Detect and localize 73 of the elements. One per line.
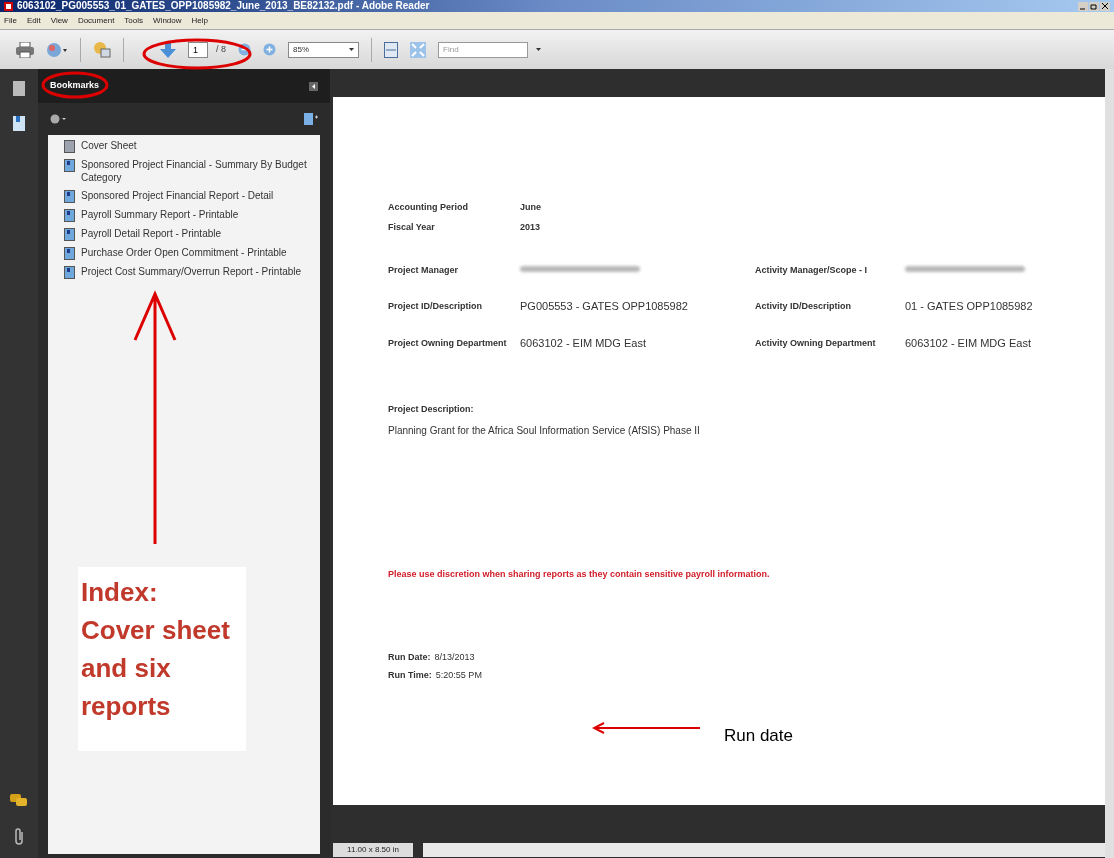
field-label: Project Manager — [388, 264, 460, 277]
field-value: 01 - GATES OPP1085982 — [905, 299, 1034, 314]
field-label: Fiscal Year — [388, 220, 436, 234]
bookmark-item[interactable]: Sponsored Project Financial - Summary By Budget Category — [64, 158, 312, 184]
menu-item[interactable]: Tools — [124, 14, 144, 27]
page-size: 11.00 x 8.50 in — [333, 843, 413, 857]
pdf-icon — [4, 1, 13, 11]
find-field[interactable]: Find — [438, 41, 529, 58]
bookmark-icon — [64, 190, 75, 203]
options-icon[interactable] — [50, 114, 66, 124]
bookmark-icon — [64, 140, 75, 153]
zoom-in-icon[interactable] — [263, 43, 276, 56]
bookmark-icon — [64, 228, 75, 241]
field-label: Project Owning Department — [388, 336, 508, 350]
warning-text: Please use discretion when sharing reports as they contain sensitive payroll information. — [388, 567, 771, 581]
highlight-ellipse — [41, 71, 109, 99]
field-value: 6063102 - EIM MDG East — [905, 335, 1032, 351]
restore-icon[interactable] — [1089, 1, 1099, 11]
bookmarks-icon[interactable] — [13, 116, 25, 131]
field-label: Activity Manager/Scope - I — [755, 264, 869, 277]
caret-icon — [349, 48, 355, 51]
run-value: 5:20:55 PM — [435, 668, 482, 682]
bookmark-item[interactable]: Project Cost Summary/Overrun Report - Printable — [64, 265, 312, 279]
run-label: Run Date: — [388, 651, 431, 664]
zoom-out-icon[interactable] — [238, 43, 251, 56]
bookmark-icon — [64, 266, 75, 279]
bookmark-item[interactable]: Cover Sheet — [64, 139, 312, 153]
menu-item[interactable]: View — [50, 14, 68, 27]
description-label: Project Description: — [388, 403, 475, 416]
field-value: 6063102 - EIM MDG East — [520, 335, 647, 351]
menu-item[interactable]: Edit — [26, 14, 41, 27]
horizontal-scrollbar[interactable] — [423, 843, 1105, 857]
run-value: 8/13/2013 — [434, 651, 475, 664]
menu-item[interactable]: File — [4, 14, 17, 27]
new-bookmark-icon[interactable] — [304, 113, 318, 125]
field-label: Accounting Period — [388, 201, 469, 214]
field-value: PG005553 - GATES OPP1085982 — [520, 299, 689, 314]
bookmark-icon — [64, 159, 75, 172]
bookmark-item[interactable]: Purchase Order Open Commitment - Printable — [64, 246, 312, 260]
field-label: Project ID/Description — [388, 300, 484, 313]
page-count: / 8 — [216, 42, 226, 56]
field-label: Activity Owning Department — [755, 336, 877, 350]
panel-title: Bookmarks — [50, 79, 100, 93]
callout-text: Run date — [724, 725, 793, 747]
note-text: Cover sheet — [81, 614, 231, 647]
run-label: Run Time: — [388, 668, 432, 682]
menu-item[interactable]: Document — [77, 14, 115, 27]
zoom-dropdown[interactable]: 85% — [288, 41, 360, 58]
bookmark-icon — [64, 209, 75, 222]
down-arrow-icon[interactable] — [160, 41, 176, 58]
paperclip-icon[interactable] — [12, 828, 26, 846]
field-value: June — [520, 201, 542, 214]
bookmark-item[interactable]: Payroll Detail Report - Printable — [64, 227, 312, 241]
comments-icon[interactable] — [10, 794, 28, 808]
note-text: Index: — [81, 576, 159, 609]
field-label: Activity ID/Description — [755, 300, 853, 313]
note-text: and six — [81, 652, 172, 685]
fit-page-icon[interactable] — [384, 41, 399, 58]
field-value: 2013 — [520, 220, 542, 234]
note-text: reports — [81, 690, 172, 723]
collapse-icon[interactable] — [309, 81, 318, 91]
bookmark-icon — [64, 247, 75, 260]
printer-icon[interactable] — [16, 41, 34, 58]
window-title: 6063102_PG005553_01_GATES_OPP1085982_June_2013_BE82132.pdf - Adobe Reader — [17, 1, 430, 11]
minimize-icon[interactable] — [1078, 1, 1088, 11]
vertical-scrollbar[interactable] — [1105, 69, 1114, 858]
close-icon[interactable] — [1100, 1, 1110, 11]
menu-item[interactable]: Window — [153, 14, 182, 27]
description-text: Planning Grant for the Africa Soul Information Service (AfSIS) Phase II — [388, 423, 701, 438]
bookmark-item[interactable]: Sponsored Project Financial Report - Detail — [64, 189, 312, 203]
bookmark-item[interactable]: Payroll Summary Report - Printable — [64, 208, 312, 222]
caret-icon[interactable] — [536, 48, 542, 51]
menu-item[interactable]: Help — [191, 14, 208, 27]
